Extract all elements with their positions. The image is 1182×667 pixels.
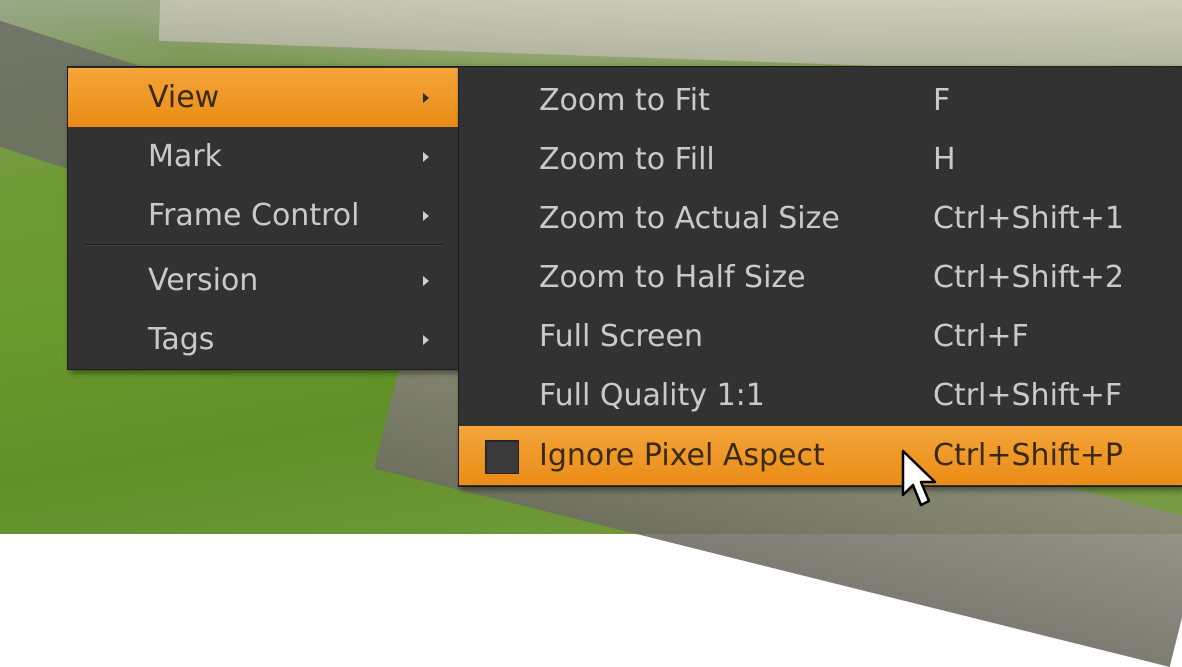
ignore-pixel-aspect-checkbox[interactable] bbox=[485, 440, 519, 474]
menu-item-shortcut: Ctrl+Shift+2 bbox=[933, 260, 1124, 295]
menu-item-label: View bbox=[148, 80, 220, 115]
menu-item-ignore-pixel-aspect[interactable]: Ignore Pixel Aspect Ctrl+Shift+P bbox=[459, 426, 1182, 485]
menu-item-tags[interactable]: Tags bbox=[68, 310, 459, 369]
menu-item-label: Full Screen bbox=[539, 319, 703, 354]
menu-item-label: Zoom to Fit bbox=[539, 83, 710, 118]
mouse-pointer-icon bbox=[901, 449, 937, 507]
menu-item-zoom-to-fill[interactable]: Zoom to Fill H bbox=[459, 130, 1182, 189]
menu-item-full-screen[interactable]: Full Screen Ctrl+F bbox=[459, 307, 1182, 366]
menu-item-shortcut: H bbox=[933, 142, 956, 177]
menu-item-frame-control[interactable]: Frame Control bbox=[68, 186, 459, 245]
submenu-arrow-icon bbox=[423, 92, 429, 103]
menu-item-mark[interactable]: Mark bbox=[68, 127, 459, 186]
menu-item-label: Ignore Pixel Aspect bbox=[539, 438, 825, 473]
menu-item-label: Tags bbox=[148, 322, 215, 357]
menu-separator bbox=[84, 244, 443, 245]
submenu-arrow-icon bbox=[423, 210, 429, 221]
menu-item-label: Full Quality 1:1 bbox=[539, 378, 765, 413]
submenu-arrow-icon bbox=[423, 275, 429, 286]
menu-item-zoom-to-half-size[interactable]: Zoom to Half Size Ctrl+Shift+2 bbox=[459, 248, 1182, 307]
menu-item-shortcut: F bbox=[933, 83, 951, 118]
menu-item-shortcut: Ctrl+Shift+F bbox=[933, 378, 1123, 413]
menu-item-shortcut: Ctrl+Shift+1 bbox=[933, 201, 1124, 236]
menu-item-zoom-to-fit[interactable]: Zoom to Fit F bbox=[459, 71, 1182, 130]
menu-item-label: Zoom to Fill bbox=[539, 142, 715, 177]
menu-item-label: Zoom to Half Size bbox=[539, 260, 806, 295]
menu-item-label: Version bbox=[148, 263, 259, 298]
menu-item-zoom-to-actual-size[interactable]: Zoom to Actual Size Ctrl+Shift+1 bbox=[459, 189, 1182, 248]
menu-item-shortcut: Ctrl+Shift+P bbox=[933, 438, 1123, 473]
context-menu: View Mark Frame Control Version Tags bbox=[67, 66, 460, 370]
menu-item-shortcut: Ctrl+F bbox=[933, 319, 1029, 354]
menu-item-view[interactable]: View bbox=[68, 68, 459, 127]
menu-item-label: Mark bbox=[148, 139, 222, 174]
menu-item-label: Frame Control bbox=[148, 198, 360, 233]
submenu-arrow-icon bbox=[423, 334, 429, 345]
menu-item-version[interactable]: Version bbox=[68, 251, 459, 310]
submenu-arrow-icon bbox=[423, 151, 429, 162]
menu-item-full-quality[interactable]: Full Quality 1:1 Ctrl+Shift+F bbox=[459, 366, 1182, 425]
menu-item-label: Zoom to Actual Size bbox=[539, 201, 840, 236]
view-submenu: Zoom to Fit F Zoom to Fill H Zoom to Act… bbox=[458, 66, 1182, 487]
